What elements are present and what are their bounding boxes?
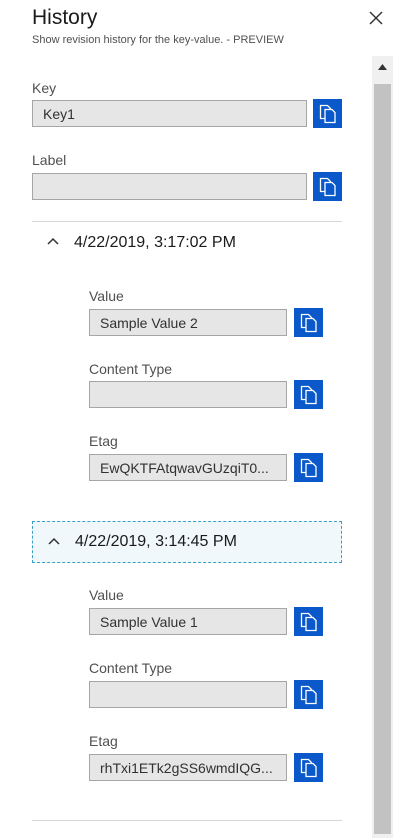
- revision-header-2[interactable]: 4/22/2019, 3:14:45 PM: [32, 521, 342, 563]
- close-icon: [369, 11, 383, 25]
- content-type-field[interactable]: [89, 381, 287, 408]
- revision-date: 4/22/2019, 3:14:45 PM: [75, 533, 237, 550]
- scrollbar-thumb[interactable]: [374, 84, 391, 834]
- label-field[interactable]: [32, 173, 307, 200]
- scroll-up-arrow-icon: [378, 64, 387, 70]
- copy-etag-button[interactable]: [294, 753, 323, 782]
- value-field[interactable]: Sample Value 2: [89, 309, 287, 336]
- panel-title: History: [32, 6, 98, 29]
- section-divider: [32, 820, 342, 821]
- revision-header-1[interactable]: 4/22/2019, 3:17:02 PM: [32, 222, 342, 264]
- scroll-up-button[interactable]: [372, 56, 393, 78]
- copy-key-button[interactable]: [313, 99, 342, 128]
- history-content: Key Key1 Label 4/22/2019, 3:17:02 PM Val…: [0, 56, 372, 838]
- value-field[interactable]: Sample Value 1: [89, 608, 287, 635]
- copy-value-button[interactable]: [294, 308, 323, 337]
- copy-icon: [300, 385, 317, 404]
- value-label: Value: [89, 587, 124, 603]
- copy-icon: [319, 177, 336, 196]
- chevron-up-icon: [47, 237, 59, 245]
- copy-content-type-button[interactable]: [294, 380, 323, 409]
- panel-subtitle: Show revision history for the key-value.…: [32, 34, 284, 46]
- etag-label: Etag: [89, 733, 118, 749]
- copy-etag-button[interactable]: [294, 453, 323, 482]
- key-field[interactable]: Key1: [32, 100, 307, 127]
- vertical-scrollbar[interactable]: [372, 56, 393, 838]
- copy-icon: [300, 758, 317, 777]
- copy-icon: [319, 104, 336, 123]
- etag-field[interactable]: rhTxi1ETk2gSS6wmdIQG...: [89, 754, 287, 781]
- copy-icon: [300, 612, 317, 631]
- copy-icon: [300, 313, 317, 332]
- copy-value-button[interactable]: [294, 607, 323, 636]
- panel-header: History Show revision history for the ke…: [0, 0, 393, 52]
- content-type-label: Content Type: [89, 660, 173, 676]
- content-type-field[interactable]: [89, 681, 287, 708]
- copy-icon: [300, 685, 317, 704]
- close-button[interactable]: [364, 6, 388, 30]
- chevron-up-icon: [48, 537, 60, 545]
- value-label: Value: [89, 288, 124, 304]
- copy-label-button[interactable]: [313, 172, 342, 201]
- revision-date: 4/22/2019, 3:17:02 PM: [74, 234, 236, 251]
- copy-icon: [300, 458, 317, 477]
- copy-content-type-button[interactable]: [294, 680, 323, 709]
- key-label: Key: [32, 80, 57, 96]
- etag-field[interactable]: EwQKTFAtqwavGUzqiT0...: [89, 454, 287, 481]
- etag-label: Etag: [89, 433, 118, 449]
- content-type-label: Content Type: [89, 361, 173, 377]
- label-label: Label: [32, 152, 67, 168]
